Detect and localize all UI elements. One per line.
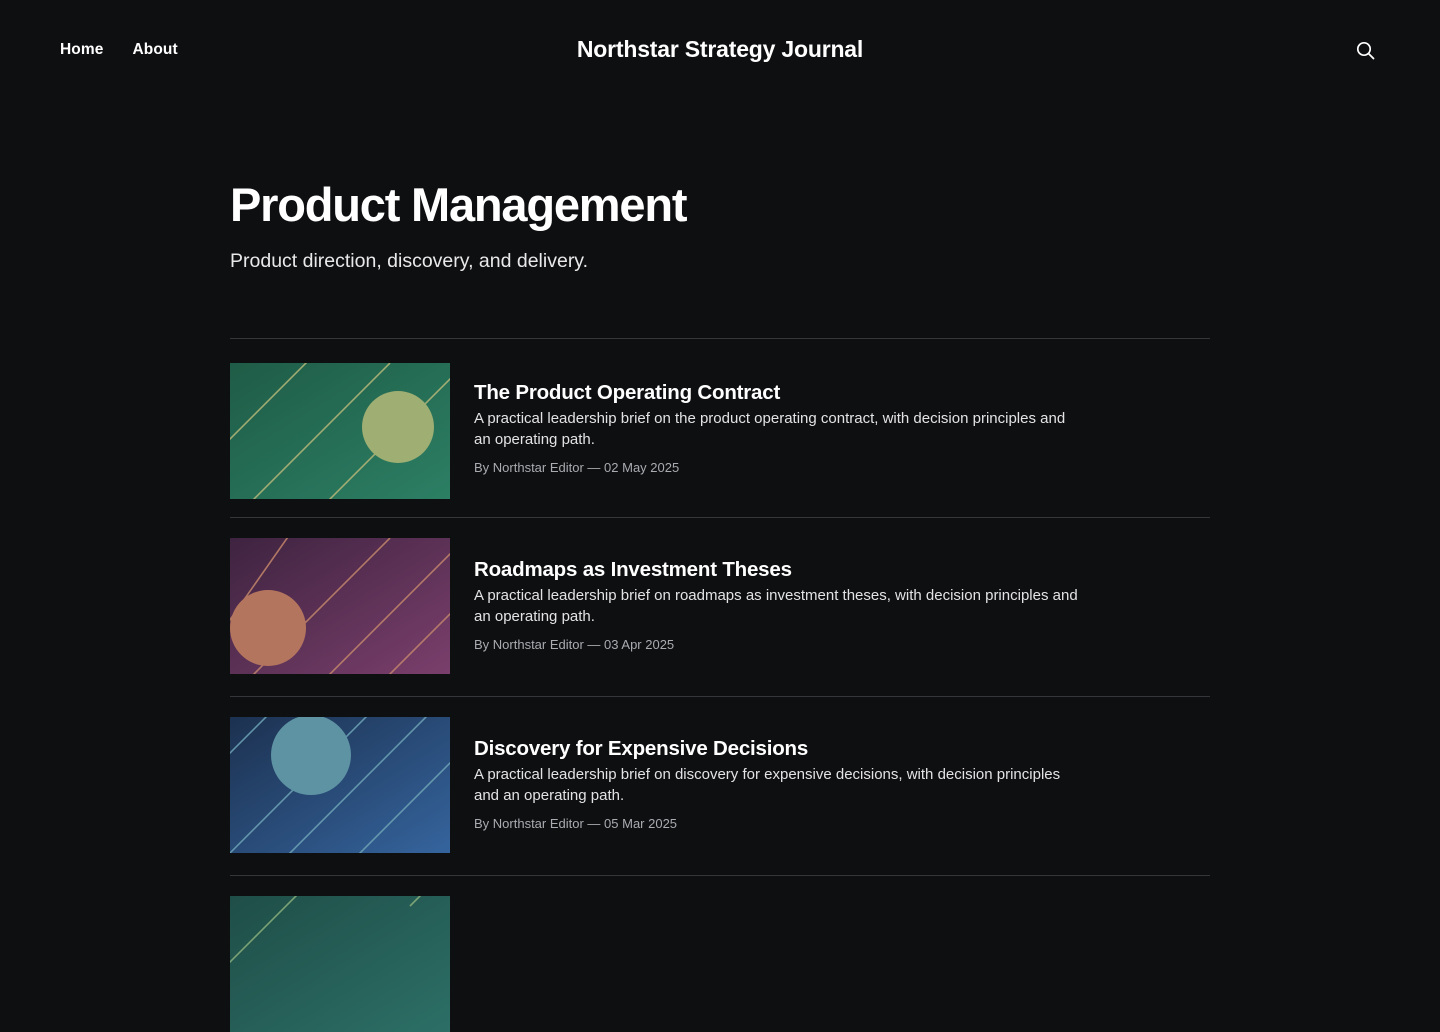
post-title[interactable]: Discovery for Expensive Decisions xyxy=(474,735,1084,762)
page-description: Product direction, discovery, and delive… xyxy=(230,250,589,272)
post-thumbnail[interactable] xyxy=(230,538,450,674)
post-body: Roadmaps as Investment Theses A practica… xyxy=(474,556,1084,654)
post-excerpt: A practical leadership brief on the prod… xyxy=(474,410,1066,448)
post-card[interactable]: Roadmaps as Investment Theses A practica… xyxy=(230,518,1210,696)
post-meta: By Northstar Editor — 03 Apr 2025 xyxy=(474,637,675,652)
post-thumbnail[interactable] xyxy=(230,363,450,499)
post-card[interactable] xyxy=(230,876,1210,1032)
post-title[interactable]: Roadmaps as Investment Theses xyxy=(474,556,1084,583)
thumbnail-circle xyxy=(230,590,306,666)
site-header: Home About Northstar Strategy Journal xyxy=(0,0,1440,100)
thumbnail-bg xyxy=(230,896,450,1032)
post-body: Discovery for Expensive Decisions A prac… xyxy=(474,735,1084,833)
post-title[interactable]: The Product Operating Contract xyxy=(474,379,1084,406)
thumbnail-circle xyxy=(362,391,434,463)
thumbnail-art xyxy=(230,896,450,1032)
post-body: The Product Operating Contract A practic… xyxy=(474,379,1084,477)
post-card[interactable]: The Product Operating Contract A practic… xyxy=(230,339,1210,517)
thumbnail-art xyxy=(230,717,450,853)
post-feed: The Product Operating Contract A practic… xyxy=(230,338,1210,1032)
post-thumbnail[interactable] xyxy=(230,896,450,1032)
thumbnail-art xyxy=(230,538,450,674)
post-card[interactable]: Discovery for Expensive Decisions A prac… xyxy=(230,697,1210,875)
post-excerpt: A practical leadership brief on roadmaps… xyxy=(474,587,1078,625)
post-thumbnail[interactable] xyxy=(230,717,450,853)
post-meta: By Northstar Editor — 02 May 2025 xyxy=(474,460,680,475)
post-excerpt: A practical leadership brief on discover… xyxy=(474,766,1061,804)
site-title[interactable]: Northstar Strategy Journal xyxy=(0,34,1440,64)
search-icon xyxy=(1356,41,1375,60)
thumbnail-circle xyxy=(271,717,351,795)
thumbnail-art xyxy=(230,363,450,499)
page-title: Product Management xyxy=(230,178,687,231)
post-meta: By Northstar Editor — 05 Mar 2025 xyxy=(474,816,678,831)
search-button[interactable] xyxy=(1354,39,1376,61)
